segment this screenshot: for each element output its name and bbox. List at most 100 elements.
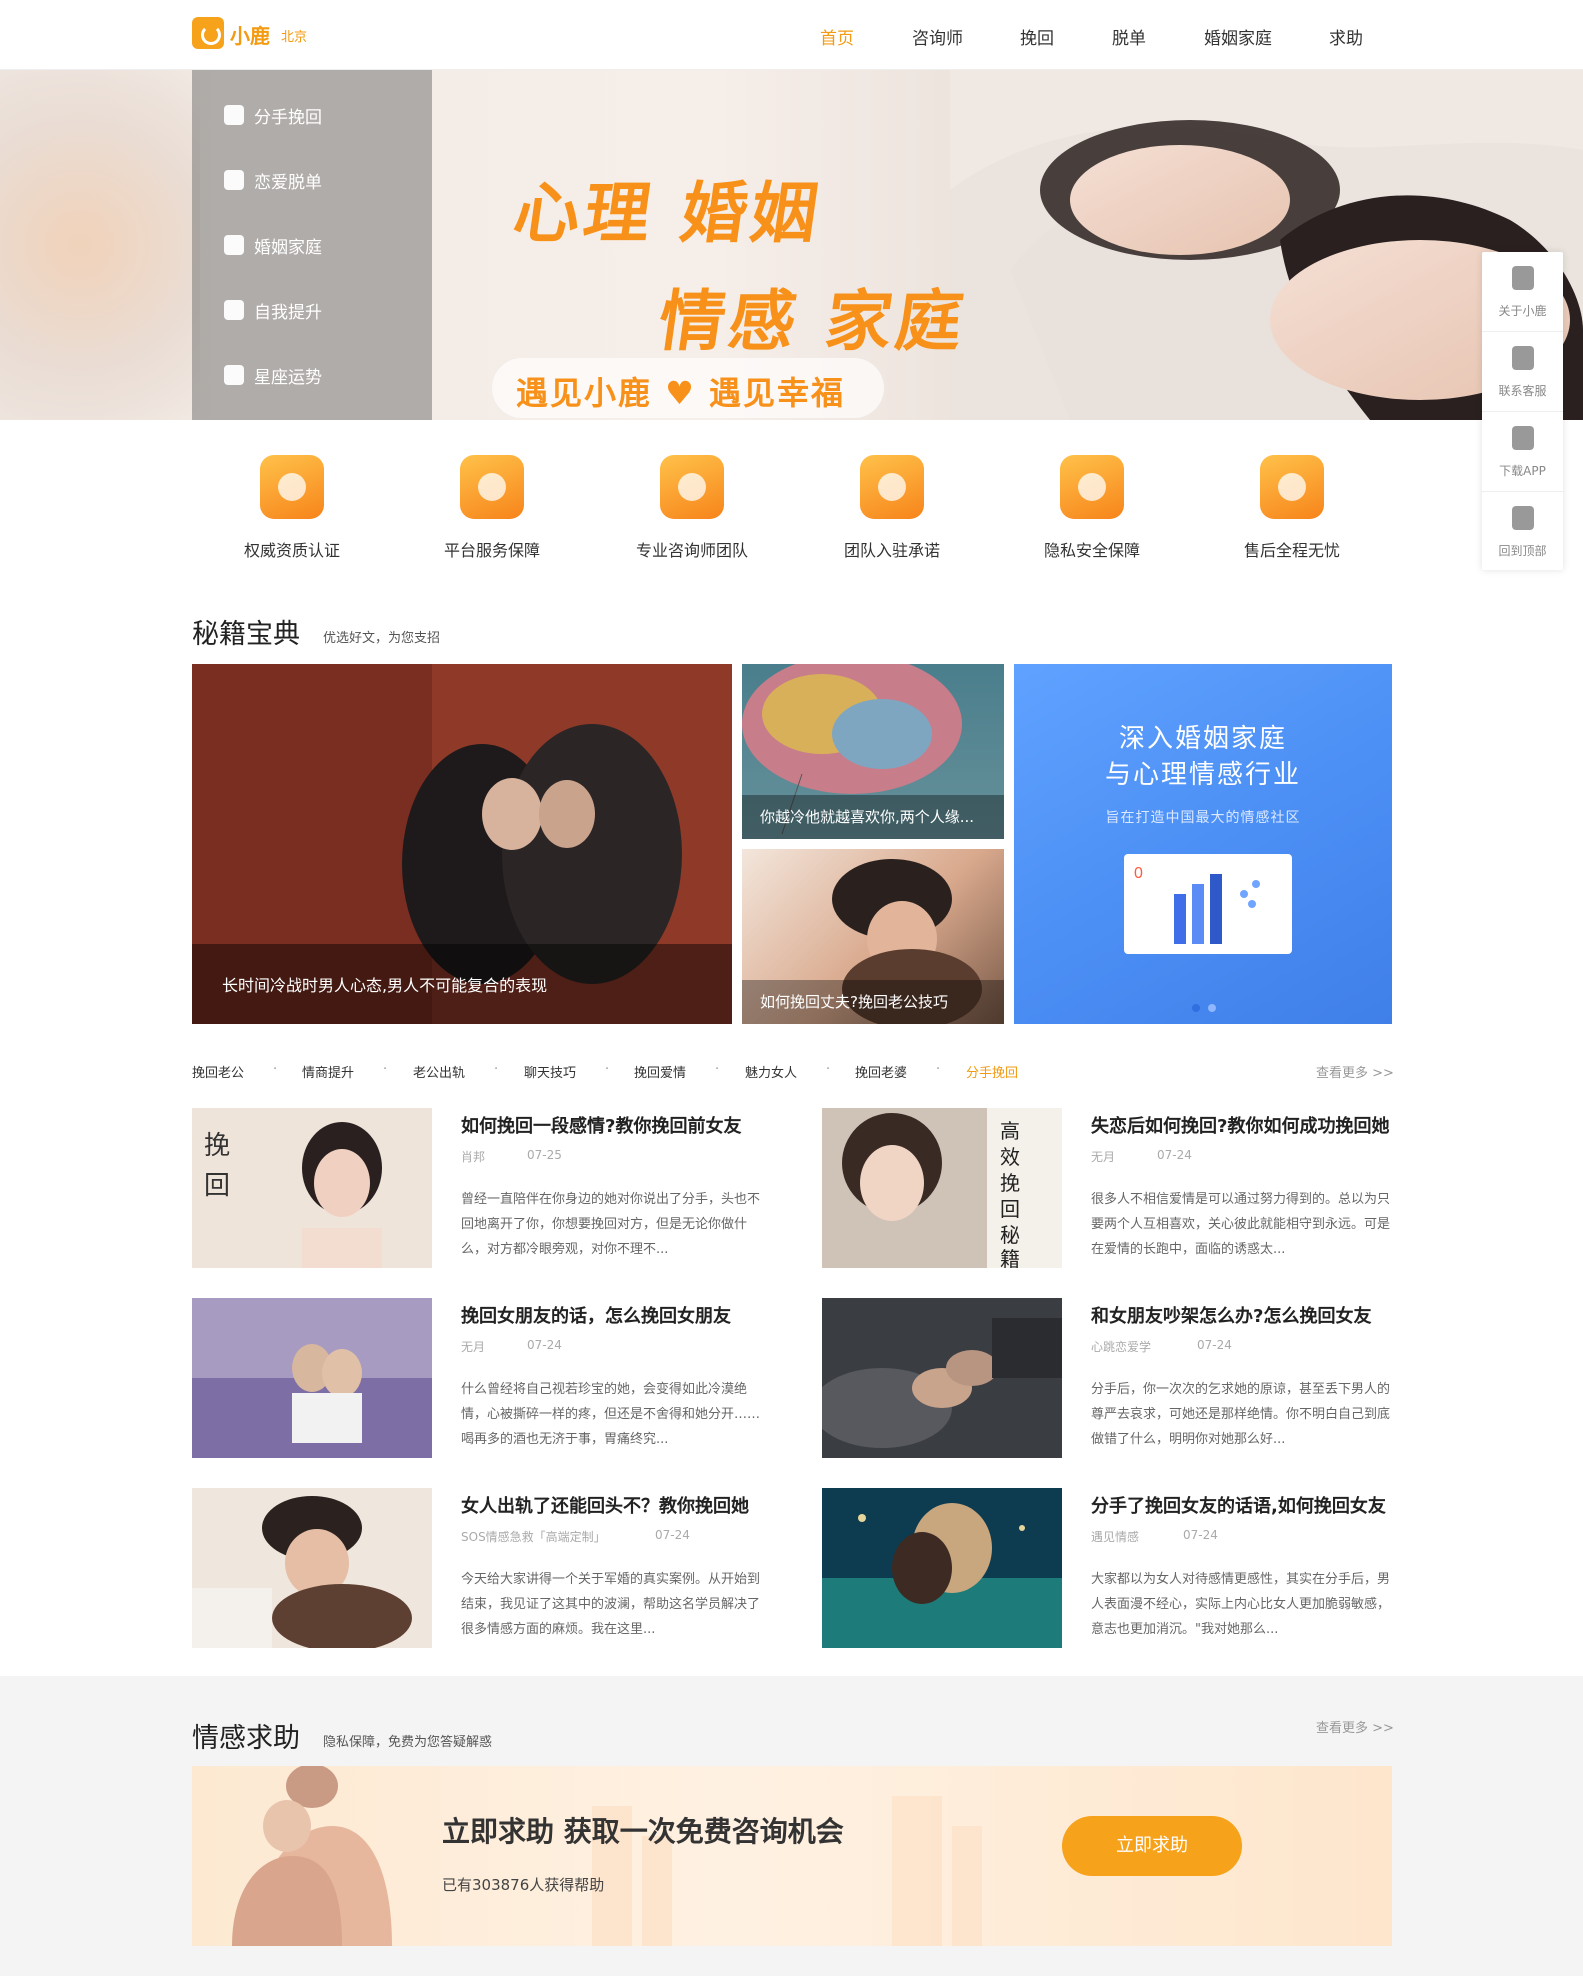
float-top[interactable]: 回到顶部	[1482, 492, 1563, 572]
float-label: 回到顶部	[1498, 544, 1547, 558]
gallery-caption: 如何挽回丈夫?挽回老公技巧	[760, 993, 948, 1011]
nav-home[interactable]: 首页	[820, 24, 854, 49]
phone-icon	[1512, 426, 1534, 450]
help-banner-subtitle: 已有303876人获得帮助	[442, 1876, 605, 1894]
seek-help-button[interactable]: 立即求助	[1062, 1816, 1242, 1876]
tag-separator: ·	[715, 1062, 720, 1077]
nav-single[interactable]: 脱单	[1112, 24, 1146, 49]
gallery-item-1[interactable]: 你越冷他就越喜欢你,两个人缘...	[742, 664, 1004, 839]
promo-subtitle: 旨在打造中国最大的情感社区	[1105, 810, 1301, 826]
article-title[interactable]: 挽回女朋友的话，怎么挽回女朋友	[461, 1302, 731, 1328]
article-author: 肖邦	[461, 1150, 486, 1164]
float-label: 关于小鹿	[1498, 304, 1547, 318]
category-side-menu: 分手挽回 恋爱脱单 婚姻家庭 自我提升 星座运势	[192, 70, 432, 420]
shield-icon	[460, 455, 524, 519]
tag-item[interactable]: 挽回老公	[192, 1062, 244, 1081]
section-subtitle-secrets: 优选好文，为您支招	[323, 631, 441, 646]
logo-icon[interactable]	[192, 17, 224, 49]
svg-text:效: 效	[1000, 1145, 1020, 1169]
svg-text:挽: 挽	[1000, 1171, 1020, 1195]
article-title[interactable]: 失恋后如何挽回?教你如何成功挽回她	[1091, 1112, 1389, 1138]
svg-text:回: 回	[204, 1171, 230, 1201]
feature-label: 隐私安全保障	[1043, 541, 1140, 560]
more-link[interactable]: 查看更多 >>	[1316, 1062, 1394, 1081]
site-header: 小鹿 北京 首页 咨询师 挽回 脱单 婚姻家庭 求助	[0, 0, 1583, 70]
article-thumb[interactable]	[192, 1298, 432, 1458]
feature-aftersales: 售后全程无忧	[1212, 455, 1372, 565]
article-date: 07-24	[1183, 1528, 1218, 1542]
side-item-label: 分手挽回	[254, 108, 322, 128]
gallery-item-2[interactable]: 如何挽回丈夫?挽回老公技巧	[742, 849, 1004, 1024]
tag-separator: ·	[826, 1062, 831, 1077]
article-date: 07-24	[527, 1338, 562, 1352]
svg-text:高: 高	[1000, 1119, 1020, 1143]
tag-separator: ·	[383, 1062, 388, 1077]
float-about[interactable]: 关于小鹿	[1482, 252, 1563, 332]
gallery-featured[interactable]: 长时间冷战时男人心态,男人不可能复合的表现	[192, 664, 732, 1024]
article-excerpt: 分手后，你一次次的乞求她的原谅，甚至丢下男人的尊严去哀求，可她还是那样绝情。你不…	[1091, 1382, 1391, 1447]
section-title-help: 情感求助	[192, 1723, 300, 1754]
carousel-dot-active[interactable]	[1192, 1004, 1200, 1012]
article-title[interactable]: 和女朋友吵架怎么办?怎么挽回女友	[1091, 1302, 1371, 1328]
feature-label: 平台服务保障	[443, 541, 540, 560]
article-title[interactable]: 女人出轨了还能回头不？教你挽回她	[461, 1492, 749, 1518]
gallery-caption-bg: 你越冷他就越喜欢你,两个人缘...	[742, 795, 1004, 839]
article-date: 07-24	[655, 1528, 690, 1542]
section-subtitle-help: 隐私保障，免费为您答疑解惑	[323, 1735, 493, 1750]
feature-service: 平台服务保障	[412, 455, 572, 565]
tag-separator: ·	[605, 1062, 610, 1077]
tools-icon	[224, 170, 244, 190]
feature-privacy: 隐私安全保障	[1012, 455, 1172, 565]
feature-label: 专业咨询师团队	[635, 541, 748, 560]
team-icon	[660, 455, 724, 519]
featured-caption-bg: 长时间冷战时男人心态,男人不可能复合的表现	[192, 944, 732, 1024]
nav-recover[interactable]: 挽回	[1020, 24, 1054, 49]
feature-promise: 团队入驻承诺	[812, 455, 972, 565]
tag-item[interactable]: 挽回爱情	[634, 1062, 686, 1081]
tag-item[interactable]: 情商提升	[302, 1062, 354, 1081]
article-title[interactable]: 如何挽回一段感情?教你挽回前女友	[461, 1112, 741, 1138]
gallery-promo-blue[interactable]: 深入婚姻家庭 与心理情感行业 旨在打造中国最大的情感社区 0	[1014, 664, 1392, 1024]
tag-item[interactable]: 挽回老婆	[855, 1062, 907, 1081]
article-author: 无月	[1091, 1150, 1116, 1164]
article-thumb[interactable]	[192, 1488, 432, 1648]
sprout-icon	[224, 300, 244, 320]
promo-title-1: 深入婚姻家庭	[1118, 724, 1287, 754]
article-thumb[interactable]: 挽 回	[192, 1108, 432, 1268]
float-service[interactable]: 联系客服	[1482, 332, 1563, 412]
article-date: 07-25	[527, 1148, 562, 1162]
feature-label: 团队入驻承诺	[843, 541, 940, 560]
slogan-pill: 遇见小鹿 ♥ 遇见幸福	[492, 358, 884, 418]
svg-text:籍: 籍	[1000, 1247, 1020, 1268]
float-toolbar: 关于小鹿 联系客服 下载APP 回到顶部	[1482, 252, 1563, 570]
help-more-link[interactable]: 查看更多 >>	[1316, 1717, 1394, 1736]
tag-item[interactable]: 聊天技巧	[524, 1062, 576, 1081]
article-title[interactable]: 分手了挽回女友的话语,如何挽回女友	[1091, 1492, 1386, 1518]
article-author: SOS情感急救「高端定制」	[461, 1530, 606, 1544]
lock-shield-icon	[1060, 455, 1124, 519]
article-thumb[interactable]: 高 效 挽 回 秘 籍	[822, 1108, 1062, 1268]
nav-counselor[interactable]: 咨询师	[912, 24, 963, 49]
article-thumb[interactable]	[822, 1298, 1062, 1458]
tag-item-active[interactable]: 分手挽回	[966, 1062, 1018, 1081]
article-thumb[interactable]	[822, 1488, 1062, 1648]
banner-headline-2: 情感 家庭	[653, 283, 972, 360]
tag-item[interactable]: 老公出轨	[413, 1062, 465, 1081]
article-excerpt: 很多人不相信爱情是可以通过努力得到的。总以为只要两个人互相喜欢，关心彼此就能相守…	[1091, 1192, 1391, 1257]
side-item-label: 婚姻家庭	[254, 238, 322, 258]
tag-separator: ·	[273, 1062, 278, 1077]
float-download[interactable]: 下载APP	[1482, 412, 1563, 492]
carousel-dot[interactable]	[1208, 1004, 1216, 1012]
nav-marriage[interactable]: 婚姻家庭	[1204, 24, 1272, 49]
cube-icon	[1260, 455, 1324, 519]
tag-item[interactable]: 魅力女人	[745, 1062, 797, 1081]
tag-separator: ·	[494, 1062, 499, 1077]
banner-slogan: 遇见小鹿 ♥ 遇见幸福	[516, 374, 845, 412]
side-item-label: 自我提升	[254, 303, 322, 323]
article-date: 07-24	[1157, 1148, 1192, 1162]
featured-caption: 长时间冷战时男人心态,男人不可能复合的表现	[222, 976, 548, 995]
city-selector[interactable]: 北京	[281, 26, 307, 45]
nav-help[interactable]: 求助	[1329, 24, 1363, 49]
logo-text[interactable]: 小鹿	[230, 20, 270, 49]
help-banner-title: 立即求助 获取一次免费咨询机会	[442, 1815, 844, 1848]
